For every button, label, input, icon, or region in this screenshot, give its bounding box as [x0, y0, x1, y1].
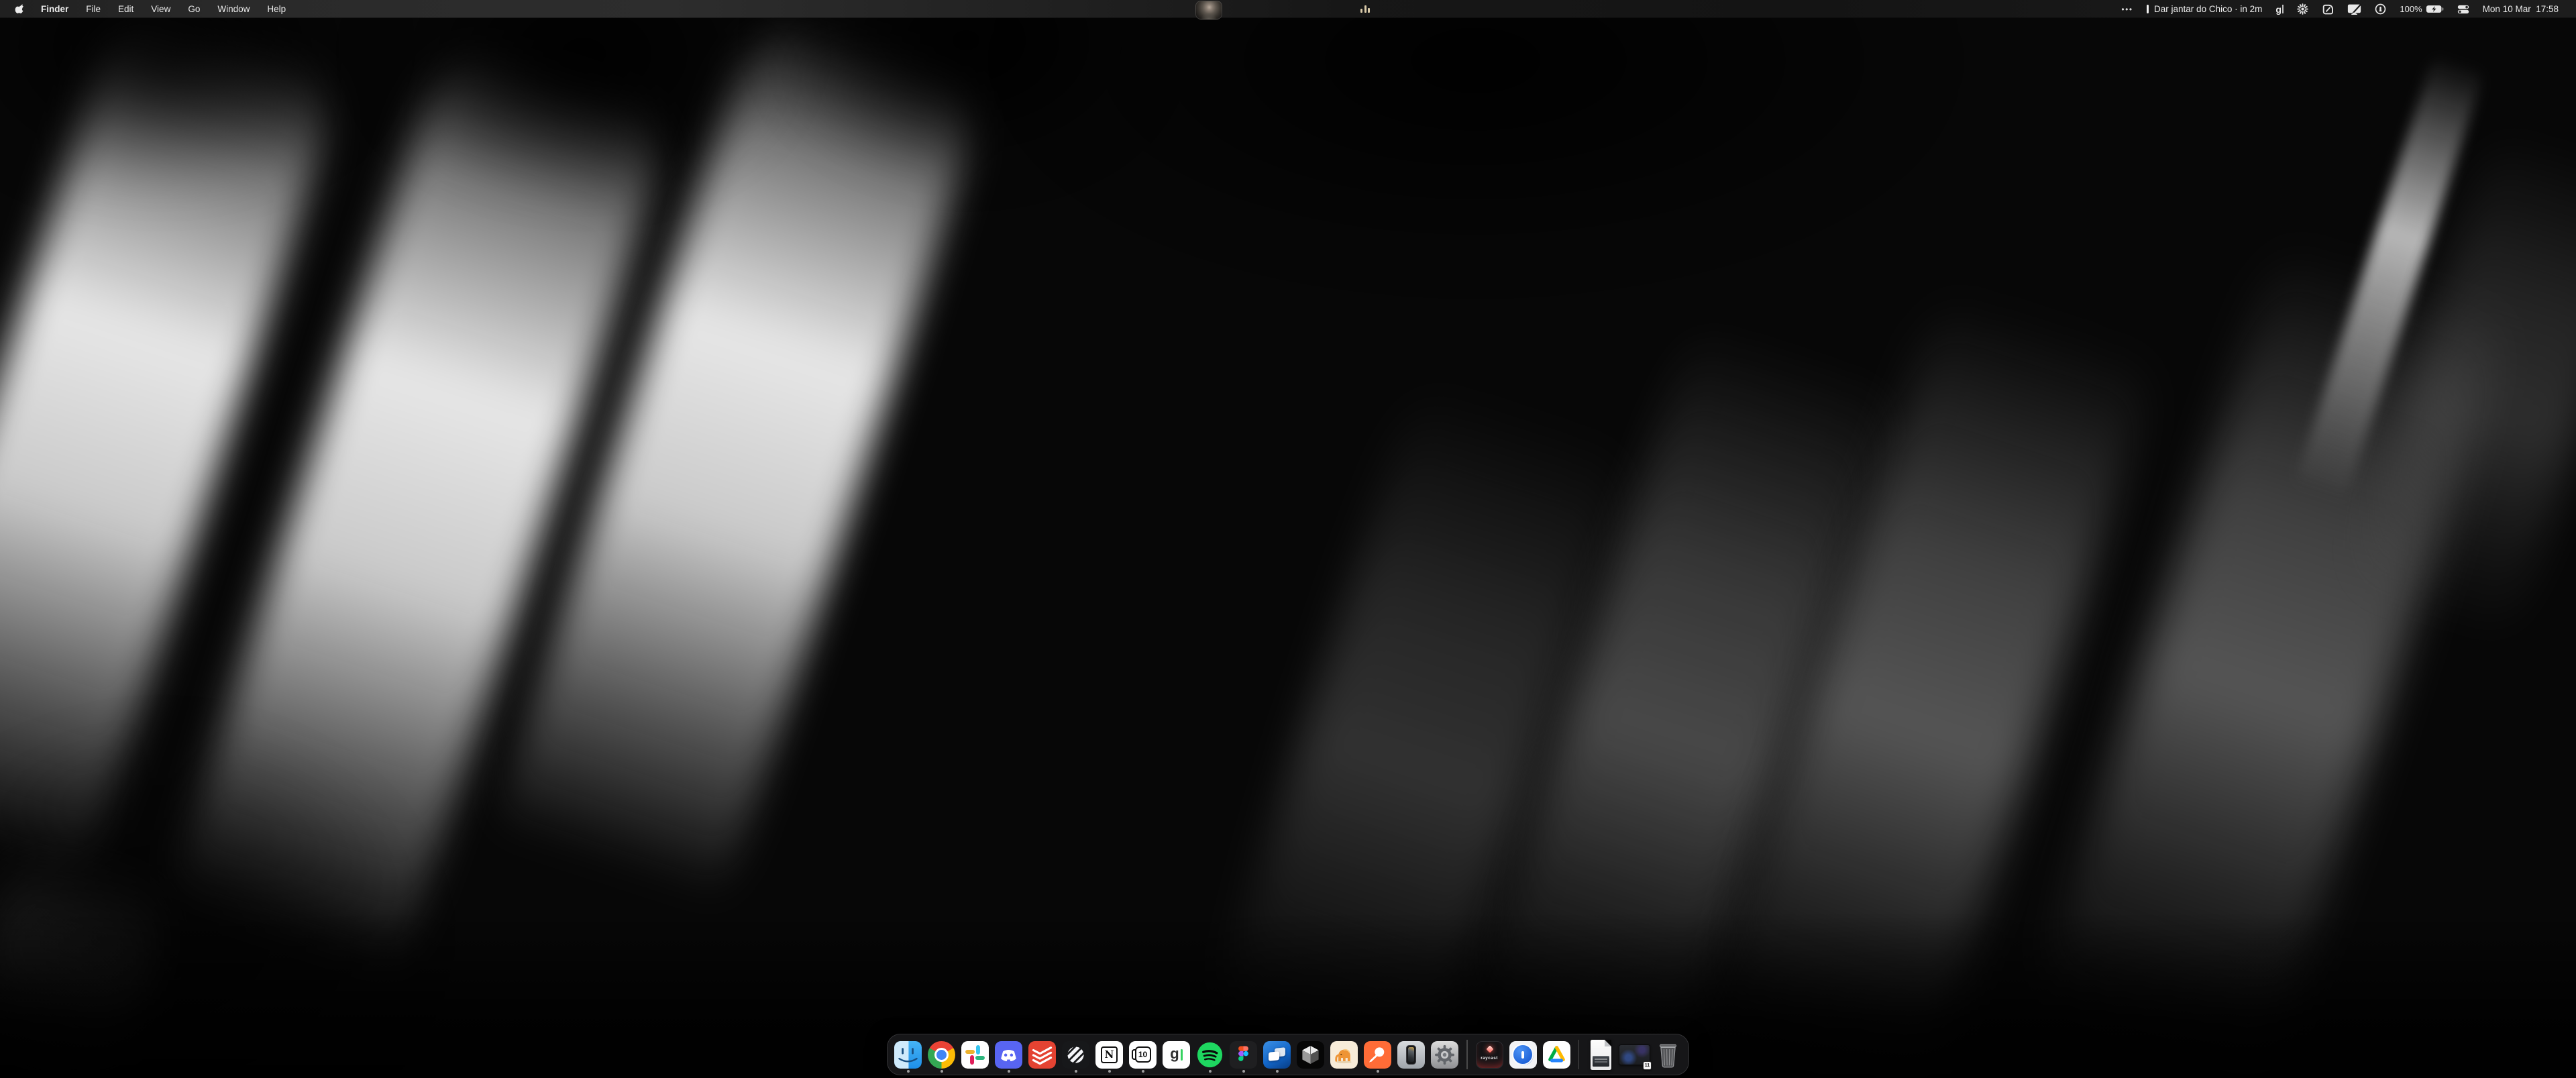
webcam-preview-thumbnail[interactable] — [1195, 1, 1222, 19]
running-indicator — [1377, 1070, 1379, 1073]
dock-item-system-settings[interactable] — [1431, 1041, 1458, 1069]
iphone-mirroring-icon — [1397, 1041, 1425, 1069]
running-indicator — [1209, 1070, 1212, 1073]
dock-item-todoist[interactable] — [1028, 1041, 1056, 1069]
control-center-icon[interactable] — [2457, 0, 2469, 18]
menu-go[interactable]: Go — [179, 0, 209, 18]
dock-item-granola[interactable]: g — [1163, 1041, 1190, 1069]
sun-icon[interactable] — [2297, 0, 2308, 18]
dock-item-discord[interactable] — [995, 1041, 1022, 1069]
menu-window[interactable]: Window — [209, 0, 258, 18]
dock: N 10 g — [887, 1034, 1689, 1075]
postman-icon — [1364, 1041, 1391, 1069]
granola-glyph: g — [2275, 4, 2282, 15]
dock-item-finder[interactable] — [894, 1041, 922, 1069]
figma-icon — [1230, 1041, 1257, 1069]
running-indicator — [907, 1070, 910, 1073]
wallpaper-vignette — [0, 0, 2576, 1078]
menu-file[interactable]: File — [77, 0, 109, 18]
dock-item-iphone-mirroring[interactable] — [1397, 1041, 1425, 1069]
dock-separator — [1578, 1040, 1580, 1069]
dock-item-linear[interactable] — [1062, 1041, 1089, 1069]
dock-item-1password[interactable] — [1509, 1041, 1537, 1069]
event-text: Dar jantar do Chico · in 2m — [2154, 4, 2262, 14]
raycast-label: raycast — [1477, 1056, 1503, 1061]
spotify-icon — [1196, 1041, 1224, 1069]
dock-item-google-drive[interactable] — [1543, 1041, 1570, 1069]
event-color-bar — [2147, 5, 2149, 13]
dock-item-document[interactable] — [1587, 1041, 1615, 1069]
calendar-badge: 11 — [1643, 1061, 1652, 1070]
notion-calendar-icon: 10 — [1129, 1041, 1157, 1069]
running-indicator — [1008, 1070, 1010, 1073]
dock-item-cursor[interactable] — [1297, 1041, 1324, 1069]
battery-percent: 100% — [2400, 4, 2422, 14]
dock-item-postico[interactable] — [1330, 1041, 1358, 1069]
raycast-icon: raycast — [1476, 1041, 1503, 1069]
slack-icon — [961, 1041, 989, 1069]
running-indicator — [941, 1070, 943, 1073]
calendar-event-item[interactable]: Dar jantar do Chico · in 2m — [2147, 0, 2263, 18]
dock-item-raycast[interactable]: raycast — [1476, 1041, 1503, 1069]
windows-app-icon — [1263, 1041, 1291, 1069]
finder-icon — [894, 1041, 922, 1069]
apple-icon — [15, 3, 24, 15]
calendar-date-number: 10 — [1138, 1050, 1147, 1059]
document-file-icon — [1587, 1041, 1615, 1069]
menu-help[interactable]: Help — [258, 0, 294, 18]
system-settings-icon — [1431, 1041, 1458, 1069]
dock-item-postman[interactable] — [1364, 1041, 1391, 1069]
dock-item-chrome[interactable] — [928, 1041, 955, 1069]
desktop-wallpaper — [0, 0, 2576, 1078]
granola-letter: g — [1170, 1046, 1179, 1061]
menu-bar-status-area: ••• Dar jantar do Chico · in 2m g — [2121, 0, 2576, 18]
dock-item-notion-calendar[interactable]: 10 — [1129, 1041, 1157, 1069]
dock-item-spotify[interactable] — [1196, 1041, 1224, 1069]
running-indicator — [1142, 1070, 1144, 1073]
menu-view[interactable]: View — [142, 0, 179, 18]
menu-edit[interactable]: Edit — [109, 0, 142, 18]
linear-icon — [1062, 1041, 1089, 1069]
menu-finder[interactable]: Finder — [32, 0, 77, 18]
one-password-icon[interactable] — [2375, 0, 2386, 18]
menu-bar-clock[interactable]: Mon 10 Mar 17:58 — [2483, 0, 2559, 18]
discord-icon — [995, 1041, 1022, 1069]
dock-separator — [1466, 1040, 1468, 1069]
granola-icon: g — [1163, 1041, 1190, 1069]
apple-menu[interactable] — [15, 3, 24, 15]
running-indicator — [1242, 1070, 1245, 1073]
display-mirroring-icon[interactable] — [2347, 0, 2361, 18]
notion-letter: N — [1105, 1048, 1114, 1061]
dock-item-slack[interactable] — [961, 1041, 989, 1069]
running-indicator — [1075, 1070, 1077, 1073]
now-playing-equalizer-icon[interactable] — [1360, 5, 1370, 13]
cursor-icon — [1297, 1041, 1324, 1069]
postico-elephant-icon — [1330, 1041, 1358, 1069]
menu-bar-left: Finder File Edit View Go Window Help — [0, 0, 294, 18]
notion-icon: N — [1095, 1041, 1123, 1069]
dock-item-screenshot[interactable]: 11 — [1621, 1041, 1648, 1069]
menu-bar: Finder File Edit View Go Window Help •••… — [0, 0, 2576, 18]
dock-item-figma[interactable] — [1230, 1041, 1257, 1069]
chrome-icon — [928, 1041, 955, 1069]
battery-icon — [2426, 5, 2444, 13]
google-drive-icon — [1543, 1041, 1570, 1069]
running-indicator — [1276, 1070, 1279, 1073]
running-indicator — [1108, 1070, 1111, 1073]
trash-icon — [1654, 1041, 1682, 1069]
overflow-menu-icon[interactable]: ••• — [2121, 0, 2133, 18]
dock-item-windows-app[interactable] — [1263, 1041, 1291, 1069]
dock-item-trash[interactable] — [1654, 1041, 1682, 1069]
dock-item-notion[interactable]: N — [1095, 1041, 1123, 1069]
battery-status[interactable]: 100% — [2400, 0, 2443, 18]
pick-shape-icon[interactable] — [2322, 0, 2334, 18]
granola-menubar-icon[interactable]: g — [2275, 0, 2284, 18]
screenshot-file-icon: 11 — [1621, 1041, 1648, 1069]
one-password-dock-icon — [1509, 1041, 1537, 1069]
todoist-icon — [1028, 1041, 1056, 1069]
